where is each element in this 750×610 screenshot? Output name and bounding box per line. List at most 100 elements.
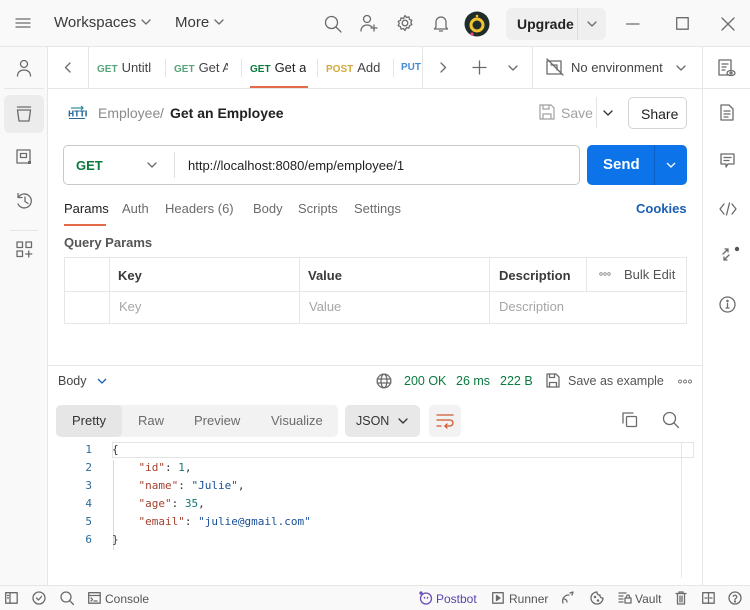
save-button[interactable]: Save bbox=[561, 105, 593, 121]
cookies-link[interactable]: Cookies bbox=[636, 201, 687, 216]
tab-title: Add bbox=[357, 60, 381, 75]
sidebar-item-collections[interactable] bbox=[4, 95, 44, 133]
postbot-button[interactable]: Postbot bbox=[436, 592, 477, 606]
upgrade-chevron-icon[interactable] bbox=[587, 21, 597, 28]
tab-request-4[interactable]: POST Add bbox=[326, 47, 382, 88]
response-body-editor[interactable]: 1 2 3 4 5 6 { "id": 1, "name": "Julie", … bbox=[60, 441, 694, 579]
breadcrumb-collection-label: Employee bbox=[98, 105, 161, 121]
more-menu[interactable]: More bbox=[175, 14, 209, 31]
json-key: "email" bbox=[138, 515, 185, 528]
tab-separator bbox=[165, 59, 166, 77]
view-tab-pretty[interactable]: Pretty bbox=[72, 413, 106, 428]
environment-chevron-icon[interactable] bbox=[676, 65, 686, 72]
layout-toggle-icon[interactable] bbox=[702, 592, 715, 604]
configure-sidebar-icon[interactable] bbox=[16, 241, 33, 258]
response-body-selector[interactable]: Body bbox=[58, 374, 87, 388]
vault-button[interactable]: Vault bbox=[635, 592, 661, 606]
find-replace-icon[interactable] bbox=[60, 591, 74, 605]
query-params-title: Query Params bbox=[64, 235, 153, 250]
tab-separator bbox=[241, 59, 242, 77]
send-button[interactable]: Send bbox=[587, 145, 687, 185]
workspaces-menu[interactable]: Workspaces bbox=[54, 14, 136, 31]
info-icon[interactable] bbox=[719, 296, 736, 313]
share-button[interactable]: Share bbox=[628, 97, 687, 129]
response-divider[interactable] bbox=[48, 365, 702, 366]
online-status-icon[interactable] bbox=[32, 591, 46, 605]
notifications-bell-icon[interactable] bbox=[432, 14, 450, 33]
tab-scripts[interactable]: Scripts bbox=[298, 201, 338, 216]
help-icon[interactable] bbox=[728, 591, 742, 605]
tab-auth[interactable]: Auth bbox=[122, 201, 149, 216]
cookies-icon[interactable] bbox=[590, 591, 604, 605]
method-chevron-icon[interactable] bbox=[147, 162, 157, 169]
comments-icon[interactable] bbox=[720, 153, 735, 169]
response-size[interactable]: 222 B bbox=[500, 374, 533, 388]
method-select[interactable]: GET bbox=[76, 158, 103, 173]
send-options-chevron-icon[interactable] bbox=[666, 162, 676, 169]
code-snippet-icon[interactable] bbox=[719, 202, 737, 216]
maximize-icon[interactable] bbox=[676, 17, 689, 30]
new-tab-plus-icon[interactable] bbox=[472, 60, 487, 75]
body-chevron-icon[interactable] bbox=[97, 378, 107, 385]
scroll-tabs-left-icon[interactable] bbox=[64, 62, 71, 73]
menu-icon[interactable] bbox=[15, 17, 31, 29]
tab-params[interactable]: Params bbox=[64, 201, 109, 216]
invite-user-icon[interactable] bbox=[360, 14, 378, 33]
description-input[interactable]: Description bbox=[499, 299, 564, 314]
tab-request-5[interactable]: PUT bbox=[401, 47, 423, 88]
active-tab-underline bbox=[64, 224, 106, 226]
upgrade-button[interactable]: Upgrade bbox=[506, 8, 606, 40]
history-icon[interactable] bbox=[15, 192, 33, 210]
left-sidebar bbox=[0, 47, 48, 585]
query-params-table: Key Value Description Bulk Edit Key Valu… bbox=[64, 257, 687, 324]
key-input[interactable]: Key bbox=[119, 299, 141, 314]
avatar[interactable] bbox=[464, 11, 490, 37]
trash-icon[interactable] bbox=[675, 591, 687, 605]
wrap-lines-icon bbox=[436, 413, 454, 429]
save-as-example-button[interactable]: Save as example bbox=[568, 374, 664, 388]
tab-request-3-active[interactable]: GETGet ar bbox=[250, 47, 306, 88]
code-line: "id": 1, bbox=[138, 461, 192, 474]
console-button[interactable]: Console bbox=[105, 592, 149, 606]
view-tab-preview[interactable]: Preview bbox=[194, 413, 240, 428]
minimize-icon[interactable] bbox=[626, 23, 640, 25]
environment-quick-look-icon[interactable] bbox=[718, 59, 736, 77]
status-badge[interactable]: 200 OK bbox=[404, 374, 446, 388]
environments-icon[interactable] bbox=[16, 149, 32, 165]
account-icon[interactable] bbox=[16, 59, 32, 77]
tab-headers[interactable]: Headers (6) bbox=[165, 201, 234, 216]
view-tab-visualize[interactable]: Visualize bbox=[271, 413, 323, 428]
capture-requests-icon[interactable] bbox=[561, 591, 575, 605]
tab-settings[interactable]: Settings bbox=[354, 201, 401, 216]
upgrade-divider bbox=[577, 8, 578, 40]
scroll-tabs-right-icon[interactable] bbox=[440, 62, 447, 73]
close-icon[interactable] bbox=[721, 17, 735, 31]
environment-selector[interactable]: No environment bbox=[571, 60, 663, 75]
search-icon[interactable] bbox=[324, 15, 342, 33]
search-response-icon[interactable] bbox=[662, 411, 680, 429]
tab-request-1[interactable]: GETUntitle bbox=[97, 47, 151, 88]
format-label: JSON bbox=[356, 414, 390, 428]
response-time[interactable]: 26 ms bbox=[456, 374, 490, 388]
toggle-sidebar-icon[interactable] bbox=[5, 592, 18, 604]
view-tab-raw[interactable]: Raw bbox=[138, 413, 164, 428]
wrap-lines-button[interactable] bbox=[429, 405, 461, 437]
tab-body[interactable]: Body bbox=[253, 201, 283, 216]
documentation-icon[interactable] bbox=[720, 104, 734, 121]
bulk-edit-button[interactable]: Bulk Edit bbox=[624, 267, 675, 282]
copy-icon[interactable] bbox=[622, 412, 638, 428]
runner-button[interactable]: Runner bbox=[509, 592, 548, 606]
value-input[interactable]: Value bbox=[309, 299, 341, 314]
page-title[interactable]: Get an Employee bbox=[170, 105, 284, 121]
save-options-chevron-icon[interactable] bbox=[603, 110, 613, 117]
breadcrumb-collection[interactable]: Employee bbox=[98, 105, 160, 121]
settings-gear-icon[interactable] bbox=[396, 14, 414, 32]
url-input[interactable]: http://localhost:8080/emp/employee/1 bbox=[188, 158, 404, 173]
tabs-dropdown-chevron-icon[interactable] bbox=[508, 65, 518, 72]
tab-request-2[interactable]: GET Get A bbox=[174, 47, 228, 88]
related-collections-icon[interactable] bbox=[721, 246, 741, 264]
globe-icon[interactable] bbox=[376, 373, 392, 389]
more-options-icon[interactable] bbox=[599, 272, 611, 276]
format-select[interactable]: JSON bbox=[345, 405, 420, 437]
response-more-options-icon[interactable] bbox=[678, 379, 692, 384]
